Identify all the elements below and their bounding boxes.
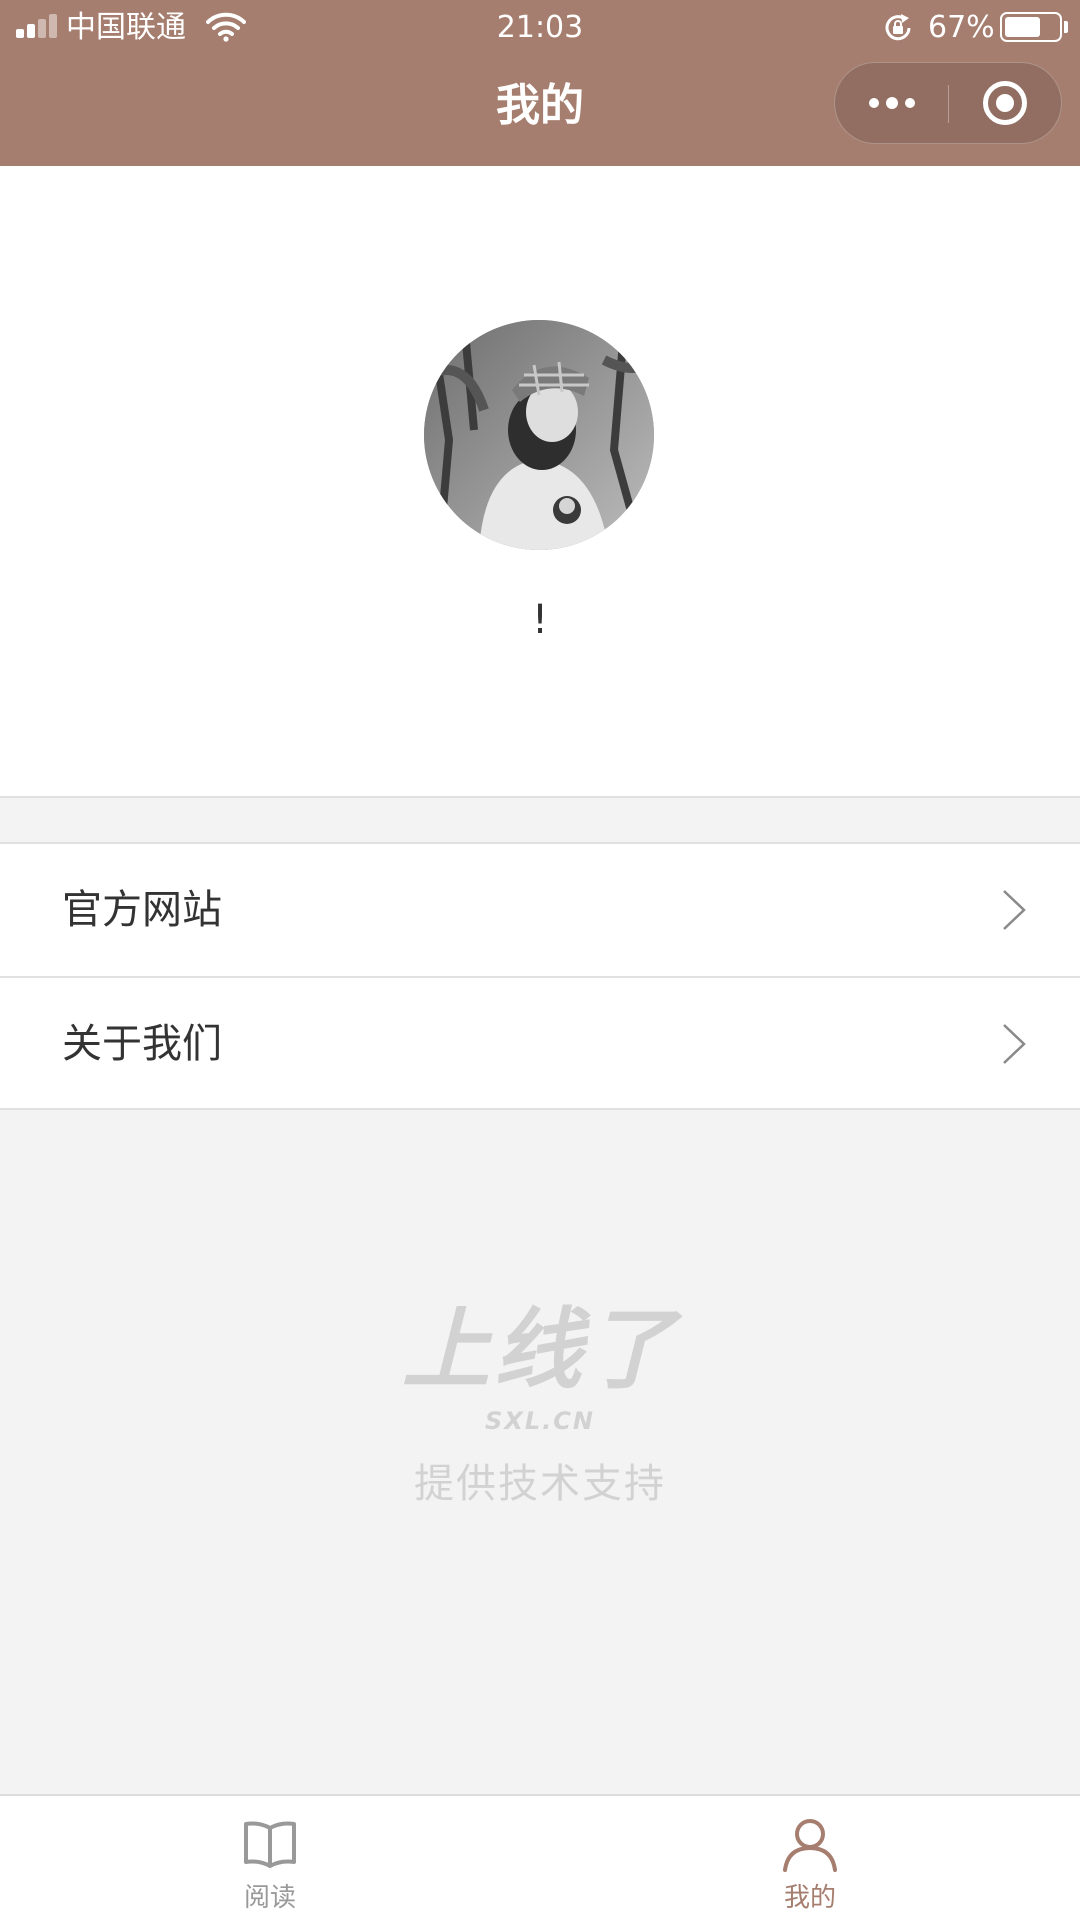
- battery-tip: [1064, 21, 1068, 33]
- tab-mine[interactable]: 我的: [540, 1796, 1080, 1920]
- profile-section: !: [0, 166, 1080, 798]
- chevron-right-icon: [1003, 1024, 1026, 1064]
- header: 中国联通 21:03 67% 我的: [0, 0, 1080, 166]
- battery-icon: [1000, 12, 1062, 42]
- powered-by-text: 提供技术支持: [414, 1461, 666, 1507]
- book-icon: [244, 1821, 296, 1868]
- tab-label: 阅读: [243, 1883, 296, 1913]
- battery-percentage: 67%: [928, 10, 995, 45]
- menu-list: 官方网站 关于我们: [0, 842, 1080, 1110]
- menu-item-label: 关于我们: [62, 1021, 222, 1067]
- tab-read[interactable]: 阅读: [0, 1796, 540, 1920]
- mini-program-close-icon-center: [996, 94, 1014, 112]
- status-bar: 中国联通 21:03 67%: [0, 0, 1080, 56]
- more-dots-icon: [869, 98, 879, 108]
- powered-by-domain: SXL.CN: [485, 1407, 595, 1435]
- battery-level: [1005, 17, 1040, 37]
- rotation-lock-icon: [885, 14, 911, 41]
- powered-by-logo: 上线了: [401, 1298, 678, 1401]
- username: !: [531, 597, 549, 643]
- menu-item-about-us[interactable]: 关于我们: [0, 976, 1080, 1108]
- powered-by: 上线了 SXL.CN 提供技术支持: [0, 1300, 1080, 1520]
- avatar-photo: [424, 320, 654, 550]
- mini-program-capsule: [834, 62, 1062, 144]
- menu-item-official-website[interactable]: 官方网站: [0, 844, 1080, 976]
- user-icon: [783, 1819, 837, 1872]
- page: 中国联通 21:03 67% 我的 ! 官方网站 关于我们 上线了 SXL.CN…: [0, 0, 1080, 1920]
- more-dots-icon: [905, 98, 915, 108]
- avatar[interactable]: [424, 320, 654, 550]
- tab-bar: 阅读 我的: [0, 1794, 1080, 1920]
- more-button[interactable]: [835, 63, 948, 143]
- clock: 21:03: [496, 10, 584, 45]
- chevron-right-icon: [1003, 890, 1026, 930]
- tab-label: 我的: [783, 1883, 836, 1913]
- menu-item-label: 官方网站: [62, 887, 222, 933]
- more-dots-icon: [886, 97, 898, 109]
- close-button[interactable]: [949, 63, 1062, 143]
